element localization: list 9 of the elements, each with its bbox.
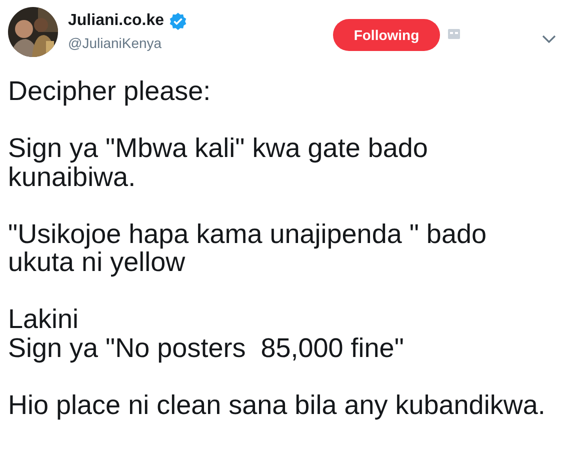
following-button[interactable]: Following [333,19,440,51]
tweet-paragraph: Hio place ni clean sana bila any kubandikwa. [8,390,546,419]
tweet-paragraph: Lakini Sign ya "No posters 85,000 fine" [8,305,405,362]
chevron-down-icon[interactable] [542,35,556,43]
author-handle[interactable]: @JulianiKenya [68,35,333,51]
tweet-paragraph: "Usikojoe hapa kama unajipenda " bado ukuta ni yellow [8,220,488,276]
author-name[interactable]: Juliani.co.ke [68,12,164,30]
tweet-paragraph: Decipher please: [8,77,212,106]
tweet-paragraph: Sign ya "Mbwa kali" kwa gate bado kunaibiwa. [8,134,429,191]
